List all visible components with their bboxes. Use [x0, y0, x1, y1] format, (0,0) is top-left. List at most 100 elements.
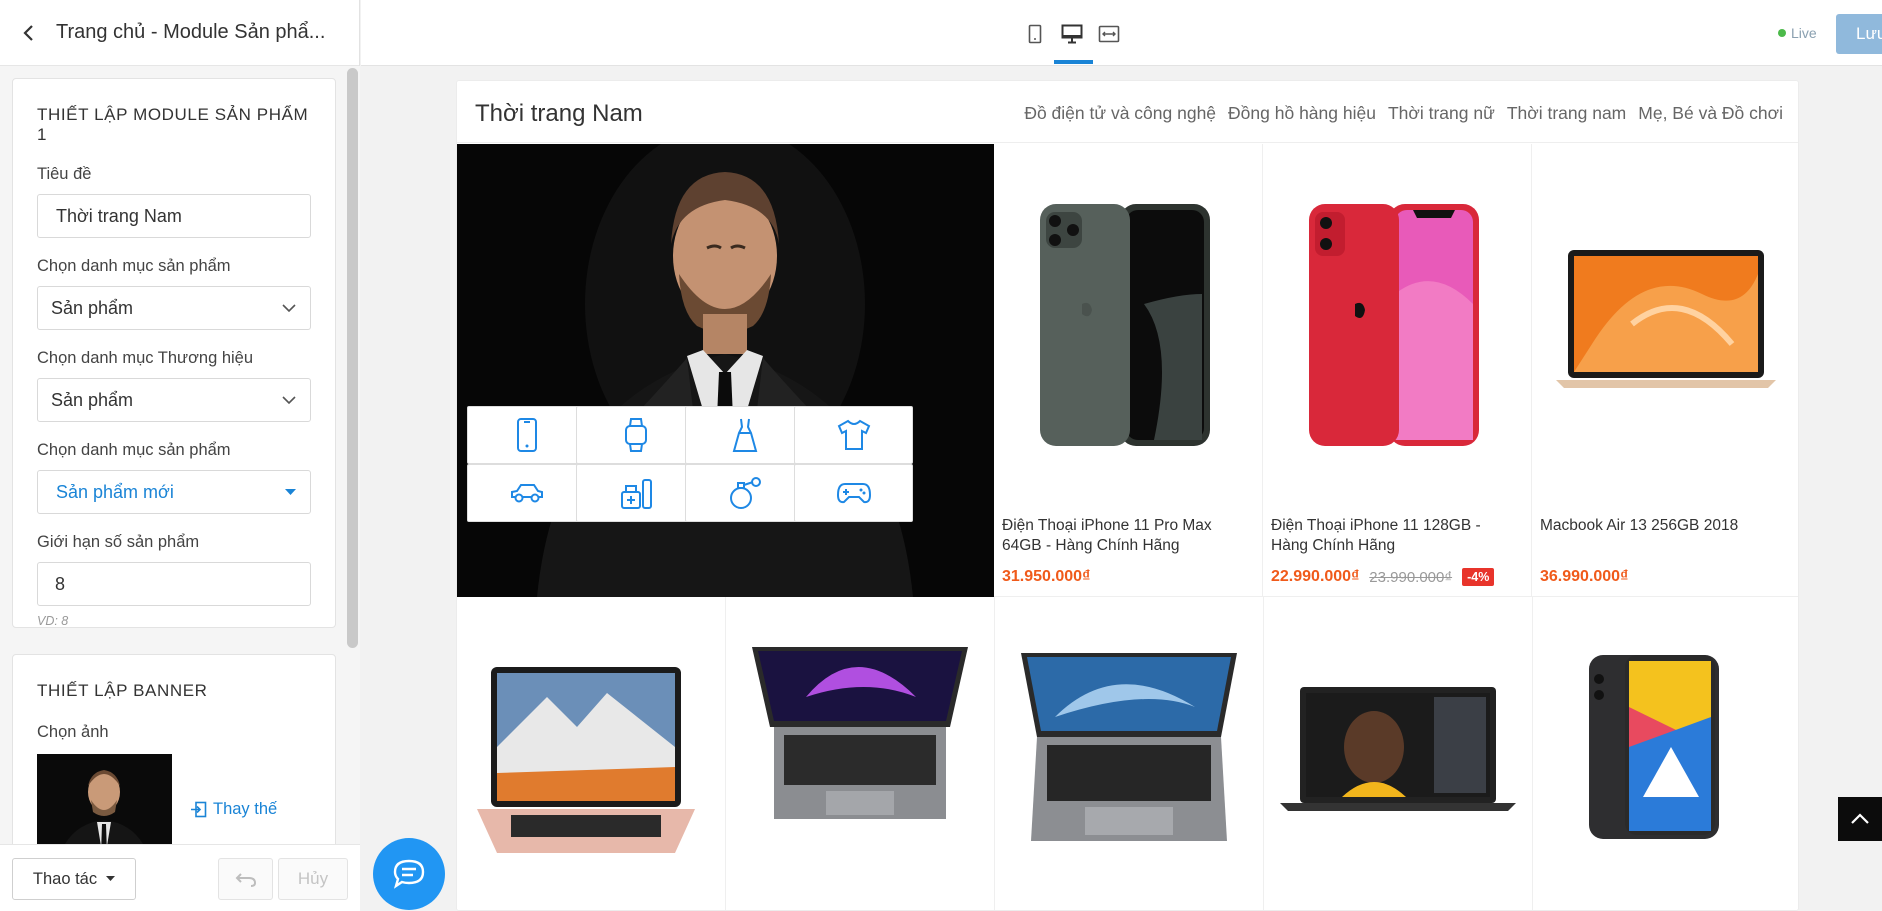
dress-icon — [732, 418, 757, 452]
replace-icon — [191, 801, 207, 817]
replace-image-button[interactable]: Thay thế — [190, 800, 277, 819]
caret-down-icon — [106, 876, 116, 881]
nav-item[interactable]: Mẹ, Bé và Đồ chơi — [1638, 103, 1783, 124]
surface-laptop-image — [1280, 687, 1516, 811]
samsung-galaxy-image — [1589, 655, 1719, 839]
macbook-gold-image — [477, 667, 695, 853]
limit-field-label: Giới hạn số sản phẩm — [37, 533, 200, 551]
product-card[interactable]: Macbook Air 13 256GB 2018 36.990.000₫ — [1532, 144, 1798, 597]
category-dress-button[interactable] — [685, 406, 804, 464]
watch-icon — [624, 418, 647, 452]
title-input[interactable]: Thời trang Nam — [37, 194, 311, 238]
brand-field-label: Chọn danh mục Thương hiệu — [37, 349, 254, 367]
cancel-label: Hủy — [297, 869, 329, 888]
chat-button[interactable] — [373, 838, 445, 910]
fullwidth-icon — [1098, 25, 1120, 43]
product-card[interactable] — [995, 597, 1264, 910]
cancel-button[interactable]: Hủy — [278, 858, 348, 900]
category-cosmetics-button[interactable] — [576, 464, 695, 522]
chevron-down-icon — [282, 395, 296, 404]
nav-item[interactable]: Thời trang nữ — [1388, 103, 1495, 124]
live-label: Live — [1791, 25, 1817, 41]
module-settings-panel: THIẾT LẬP MODULE SẢN PHẨM 1 Tiêu đề Thời… — [12, 78, 336, 628]
product-card[interactable] — [1264, 597, 1533, 910]
product-name: Điện Thoại iPhone 11 Pro Max 64GB - Hàng… — [1002, 517, 1212, 554]
macbook-pro-image — [752, 647, 968, 819]
category-phone-button[interactable] — [467, 406, 586, 464]
chevron-down-icon — [282, 303, 296, 312]
mobile-icon — [1028, 24, 1042, 44]
category-select[interactable]: Sản phẩm — [37, 286, 311, 330]
banner-image[interactable] — [457, 144, 994, 597]
product-card[interactable] — [1533, 597, 1798, 910]
panel-title: THIẾT LẬP MODULE SẢN PHẨM 1 — [37, 105, 309, 144]
car-icon — [510, 484, 543, 503]
nav-item[interactable]: Đồng hồ hàng hiệu — [1228, 103, 1376, 124]
category-field-label: Chọn danh mục sản phẩm — [37, 257, 231, 275]
live-dot — [1778, 29, 1786, 37]
module-category-nav: Đồ điện tử và công nghệ Đồng hồ hàng hiệ… — [1024, 103, 1783, 124]
category-perfume-button[interactable] — [685, 464, 804, 522]
perfume-icon — [729, 477, 761, 509]
iphone-11-image — [1309, 204, 1479, 446]
live-status: Live — [1778, 25, 1817, 41]
product-price: 22.990.000₫ — [1271, 568, 1360, 585]
product-price-row: 36.990.000₫ — [1540, 568, 1628, 586]
sidebar-title: Trang chủ - Module Sản phẩ... — [56, 21, 326, 43]
title-field-label: Tiêu đề — [37, 165, 92, 183]
discount-badge: -4% — [1462, 568, 1495, 586]
category2-field-label: Chọn danh mục sản phẩm — [37, 441, 231, 459]
brand-select-value: Sản phẩm — [51, 389, 134, 410]
product-price-row: 31.950.000₫ — [1002, 568, 1090, 586]
undo-button[interactable] — [218, 858, 273, 900]
save-button[interactable]: Lưu — [1836, 14, 1882, 54]
category-watch-button[interactable] — [576, 406, 695, 464]
sidebar-header: Trang chủ - Module Sản phẩ... — [0, 0, 359, 66]
product-price-row: 22.990.000₫ 23.990.000₫ -4% — [1271, 568, 1495, 586]
product-price: 31.950.000₫ — [1002, 568, 1091, 585]
preview-canvas: Thời trang Nam Đồ điện tử và công nghệ Đ… — [456, 80, 1799, 911]
editor-topbar: Live Lưu — [361, 0, 1882, 66]
sidebar-scroll-area: THIẾT LẬP MODULE SẢN PHẨM 1 Tiêu đề Thời… — [0, 66, 360, 844]
category2-select[interactable]: Sản phẩm mới — [37, 470, 311, 514]
iphone-11-pro-image — [1040, 204, 1210, 446]
product-old-price: 23.990.000₫ — [1369, 568, 1453, 586]
product-card[interactable] — [457, 597, 726, 910]
product-name: Điện Thoại iPhone 11 128GB - Hàng Chính … — [1271, 517, 1481, 554]
category-shirt-button[interactable] — [794, 406, 913, 464]
limit-input[interactable]: 8 — [37, 562, 311, 606]
chevron-left-icon — [23, 24, 33, 41]
replace-label: Thay thế — [213, 799, 278, 818]
product-price: 36.990.000₫ — [1540, 568, 1629, 585]
action-dropdown-button[interactable]: Thao tác — [12, 858, 136, 900]
sidebar-footer: Thao tác Hủy — [0, 844, 360, 911]
title-input-value: Thời trang Nam — [56, 205, 182, 226]
product-name: Macbook Air 13 256GB 2018 — [1540, 517, 1739, 534]
product-card[interactable]: Điện Thoại iPhone 11 Pro Max 64GB - Hàng… — [994, 144, 1263, 597]
man-portrait-image — [65, 770, 143, 844]
banner-settings-panel: THIẾT LẬP BANNER Chọn ảnh Thay thế — [12, 654, 336, 844]
undo-icon — [235, 873, 256, 887]
product-card[interactable]: Điện Thoại iPhone 11 128GB - Hàng Chính … — [1263, 144, 1532, 597]
sidebar-scrollbar[interactable] — [347, 68, 358, 648]
banner-thumbnail[interactable] — [37, 754, 172, 844]
fullwidth-view-button[interactable] — [1093, 20, 1125, 48]
save-label: Lưu — [1856, 24, 1882, 43]
macbook-pro-touchbar-image — [1021, 653, 1237, 841]
gamepad-icon — [836, 483, 871, 504]
module-header: Thời trang Nam Đồ điện tử và công nghệ Đ… — [457, 81, 1798, 143]
category2-select-value: Sản phẩm mới — [56, 481, 174, 502]
brand-select[interactable]: Sản phẩm — [37, 378, 311, 422]
nav-item[interactable]: Đồ điện tử và công nghệ — [1024, 103, 1216, 124]
nav-item[interactable]: Thời trang nam — [1507, 103, 1626, 124]
shirt-icon — [837, 419, 870, 450]
scroll-top-button[interactable] — [1838, 797, 1882, 841]
image-field-label: Chọn ảnh — [37, 723, 109, 741]
category-gamepad-button[interactable] — [794, 464, 913, 522]
active-view-indicator — [1054, 60, 1093, 64]
category-car-button[interactable] — [467, 464, 586, 522]
desktop-view-button[interactable] — [1056, 20, 1088, 48]
mobile-view-button[interactable] — [1019, 20, 1051, 48]
back-button[interactable] — [16, 20, 42, 46]
product-card[interactable] — [726, 597, 995, 910]
